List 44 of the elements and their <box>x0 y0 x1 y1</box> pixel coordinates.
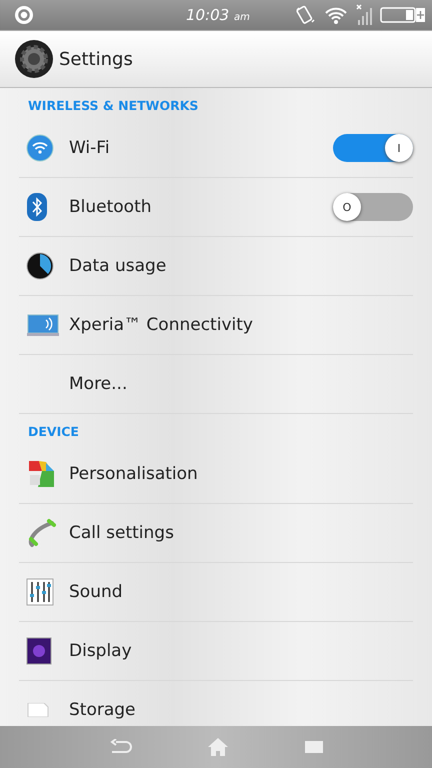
wifi-icon <box>26 134 54 162</box>
sliders-icon <box>26 578 54 606</box>
item-label: Sound <box>69 582 123 602</box>
gear-icon <box>15 40 53 78</box>
settings-item[interactable]: Call settings <box>19 504 413 563</box>
item-label: Wi-Fi <box>69 138 110 158</box>
settings-item[interactable]: Sound <box>19 563 413 622</box>
settings-item[interactable]: Display <box>19 622 413 681</box>
toggle-knob: I <box>385 134 413 162</box>
ring-icon <box>14 5 34 25</box>
toggle-switch[interactable]: I <box>333 134 413 162</box>
settings-item[interactable]: More... <box>19 355 413 414</box>
toggle-switch[interactable]: O <box>333 193 413 221</box>
section-header: DEVICE <box>27 423 80 441</box>
vibrate-icon <box>294 4 316 26</box>
header-title: Settings <box>59 48 133 70</box>
item-label: Storage <box>69 700 136 720</box>
back-icon[interactable] <box>108 739 132 755</box>
display-icon <box>26 637 52 665</box>
monitor-icon <box>26 312 60 338</box>
status-time: 10:03 am <box>186 6 250 24</box>
settings-item[interactable]: Personalisation <box>19 445 413 504</box>
item-label: Call settings <box>69 523 174 543</box>
settings-item[interactable]: Bluetooth O <box>19 178 413 237</box>
sd-card-icon <box>26 703 50 717</box>
settings-item[interactable]: Data usage <box>19 237 413 296</box>
bluetooth-icon <box>26 192 48 222</box>
battery-icon <box>380 6 426 24</box>
recent-apps-icon[interactable] <box>304 740 324 754</box>
item-label: Xperia™ Connectivity <box>69 315 253 335</box>
pie-chart-icon <box>26 252 54 280</box>
item-label: Data usage <box>69 256 166 276</box>
home-icon[interactable] <box>206 737 229 757</box>
settings-item[interactable]: Wi-Fi I <box>19 119 413 178</box>
palette-icon <box>26 459 56 489</box>
item-label: Personalisation <box>69 464 198 484</box>
toggle-knob: O <box>333 193 361 221</box>
item-label: More... <box>69 374 128 394</box>
phone-icon <box>26 518 56 548</box>
item-label: Display <box>69 641 132 661</box>
settings-item[interactable]: Xperia™ Connectivity <box>19 296 413 355</box>
signal-icon <box>356 4 372 26</box>
section-header: WIRELESS & NETWORKS <box>27 97 200 115</box>
item-label: Bluetooth <box>69 197 152 217</box>
